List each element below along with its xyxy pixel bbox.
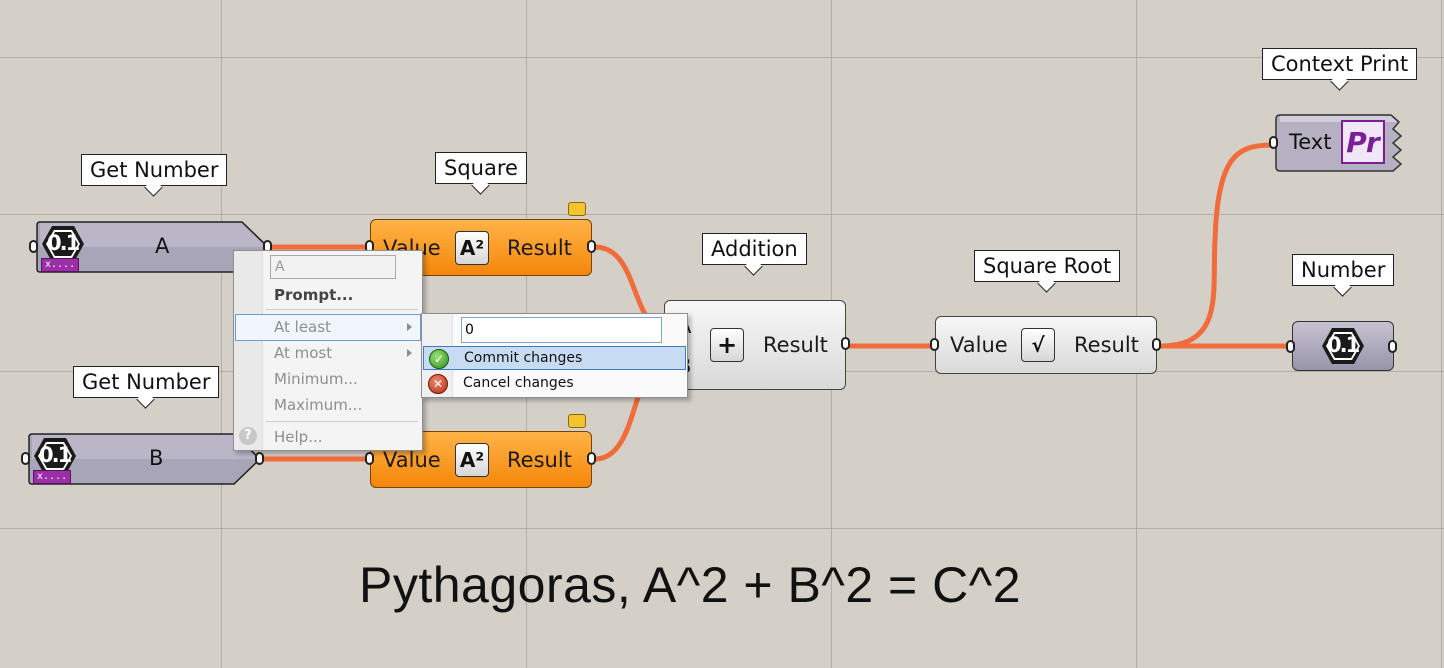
addition-node[interactable]: A B + Result	[664, 300, 850, 390]
balloon-get-number-a: Get Number	[81, 154, 228, 186]
at-least-submenu: ✓ Commit changes ✕ Cancel changes	[421, 313, 688, 398]
message-bubble-icon	[568, 414, 586, 428]
get-number-b-output-port[interactable]	[255, 452, 264, 465]
print-icon: Pr	[1341, 120, 1385, 164]
context-print-input-label: Text	[1289, 130, 1332, 154]
get-number-b-label: B	[149, 446, 164, 470]
check-icon: ✓	[429, 349, 449, 369]
balloon-number: Number	[1292, 254, 1395, 286]
square-root-output-port[interactable]	[1152, 338, 1161, 351]
square-bottom-input-port[interactable]	[365, 452, 374, 465]
get-number-a-icon-text: 0.1	[47, 231, 80, 255]
menu-item-minimum[interactable]: Minimum...	[274, 370, 358, 388]
square-bottom-input-label: Value	[383, 447, 441, 472]
balloon-addition: Addition	[702, 233, 807, 265]
get-number-b-tag: x....	[33, 470, 72, 484]
menu-item-at-least[interactable]: At least	[274, 318, 331, 336]
number-icon-text: 0.1	[1327, 333, 1360, 357]
submenu-arrow-icon	[407, 323, 412, 331]
square-top-output-port[interactable]	[587, 240, 596, 253]
cancel-icon: ✕	[428, 374, 448, 394]
balloon-square-top: Square	[435, 152, 527, 184]
get-number-b-icon-text: 0.1	[39, 443, 72, 467]
get-number-a-label: A	[155, 234, 170, 258]
square-bottom-output-port[interactable]	[587, 452, 596, 465]
balloon-get-number-b: Get Number	[73, 366, 220, 398]
number-output-port[interactable]	[1388, 340, 1397, 353]
wire-sqrt-to-print	[1157, 142, 1279, 349]
cancel-changes-item[interactable]: ✕ Cancel changes	[423, 372, 686, 396]
canvas-caption: Pythagoras, A^2 + B^2 = C^2	[358, 557, 1022, 613]
commit-changes-label: Commit changes	[464, 350, 583, 366]
sqrt-icon: √	[1021, 328, 1055, 362]
get-number-a-tag: x....	[41, 258, 80, 272]
context-print-node[interactable]: Text Pr	[1269, 114, 1407, 172]
get-number-b-input-port[interactable]	[21, 452, 30, 465]
help-icon: ?	[239, 427, 257, 445]
at-least-value-input[interactable]	[461, 317, 662, 343]
submenu-arrow-icon	[407, 349, 412, 357]
context-menu: Prompt... At least At most Minimum... Ma…	[233, 250, 423, 451]
menu-item-prompt[interactable]: Prompt...	[274, 286, 353, 304]
balloon-square-root: Square Root	[974, 250, 1121, 282]
name-field[interactable]	[270, 255, 396, 279]
addition-output-label: Result	[763, 333, 828, 357]
balloon-context-print: Context Print	[1262, 48, 1418, 80]
square-icon: A²	[455, 230, 489, 265]
menu-item-maximum[interactable]: Maximum...	[274, 396, 362, 414]
square-root-input-label: Value	[950, 333, 1008, 357]
square-root-output-label: Result	[1074, 333, 1139, 357]
plus-icon: +	[710, 328, 744, 362]
square-top-output-label: Result	[507, 235, 572, 260]
menu-separator	[266, 421, 418, 422]
addition-output-port[interactable]	[841, 337, 850, 350]
menu-separator	[266, 309, 418, 310]
menu-item-at-most[interactable]: At most	[274, 344, 332, 362]
context-print-input-port[interactable]	[1269, 136, 1278, 149]
number-input-port[interactable]	[1286, 340, 1295, 353]
square-root-input-port[interactable]	[930, 338, 939, 351]
menu-item-help[interactable]: Help...	[274, 428, 323, 446]
number-node[interactable]: 0.1	[1286, 321, 1397, 371]
square-root-node[interactable]: Value √ Result	[930, 316, 1161, 374]
message-bubble-icon	[568, 202, 586, 216]
menu-icon-strip	[234, 251, 263, 450]
commit-changes-item[interactable]: ✓ Commit changes	[423, 346, 686, 370]
square-icon: A²	[455, 442, 489, 477]
square-bottom-output-label: Result	[507, 447, 572, 472]
get-number-node-b[interactable]: 0.1 x.... B	[21, 433, 264, 485]
cancel-changes-label: Cancel changes	[463, 375, 574, 391]
get-number-a-input-port[interactable]	[29, 240, 38, 253]
